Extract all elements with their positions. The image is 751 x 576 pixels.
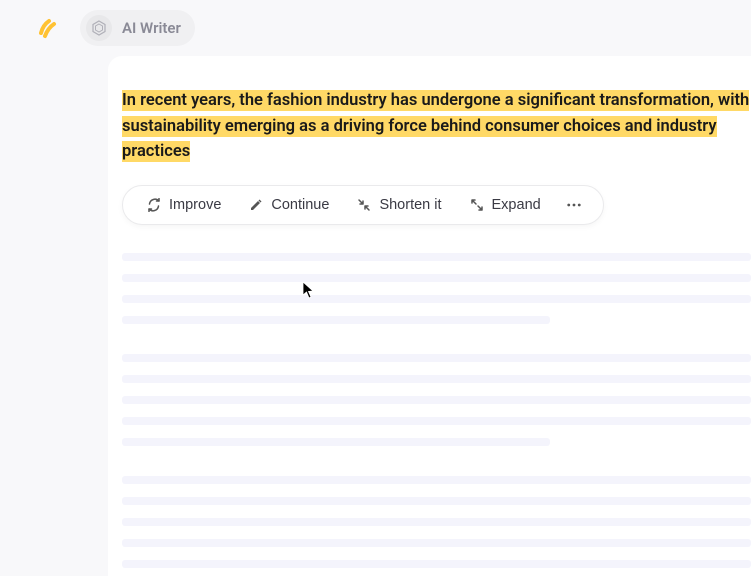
app-title: AI Writer — [122, 19, 181, 37]
more-icon — [567, 198, 581, 212]
placeholder-line — [122, 518, 751, 526]
expand-label: Expand — [492, 197, 541, 213]
more-button[interactable] — [555, 191, 593, 219]
pencil-icon — [249, 198, 263, 212]
continue-label: Continue — [271, 197, 329, 213]
ai-toolbar: Improve Continue Shorten it — [122, 185, 604, 225]
selected-text: In recent years, the fashion industry ha… — [122, 90, 749, 162]
expand-button[interactable]: Expand — [456, 190, 555, 220]
placeholder-line — [122, 354, 751, 362]
document-area: In recent years, the fashion industry ha… — [108, 56, 751, 576]
placeholder-line — [122, 316, 550, 324]
improve-label: Improve — [169, 197, 221, 213]
continue-button[interactable]: Continue — [235, 190, 343, 220]
placeholder-content — [122, 253, 751, 568]
highlighted-paragraph[interactable]: In recent years, the fashion industry ha… — [122, 88, 751, 165]
refresh-icon — [147, 198, 161, 212]
placeholder-line — [122, 274, 751, 282]
placeholder-line — [122, 375, 751, 383]
placeholder-line — [122, 253, 751, 261]
improve-button[interactable]: Improve — [133, 190, 235, 220]
placeholder-line — [122, 539, 751, 547]
app-badge[interactable]: AI Writer — [80, 10, 195, 46]
placeholder-line — [122, 560, 751, 568]
placeholder-line — [122, 497, 751, 505]
header: AI Writer — [0, 0, 751, 56]
placeholder-line — [122, 295, 751, 303]
shorten-button[interactable]: Shorten it — [343, 190, 455, 220]
expand-icon — [470, 198, 484, 212]
collapse-icon — [357, 198, 371, 212]
placeholder-line — [122, 417, 751, 425]
placeholder-line — [122, 396, 751, 404]
app-logo-icon — [36, 16, 60, 40]
placeholder-line — [122, 438, 550, 446]
ai-writer-icon — [86, 15, 112, 41]
placeholder-line — [122, 476, 751, 484]
shorten-label: Shorten it — [379, 197, 441, 213]
